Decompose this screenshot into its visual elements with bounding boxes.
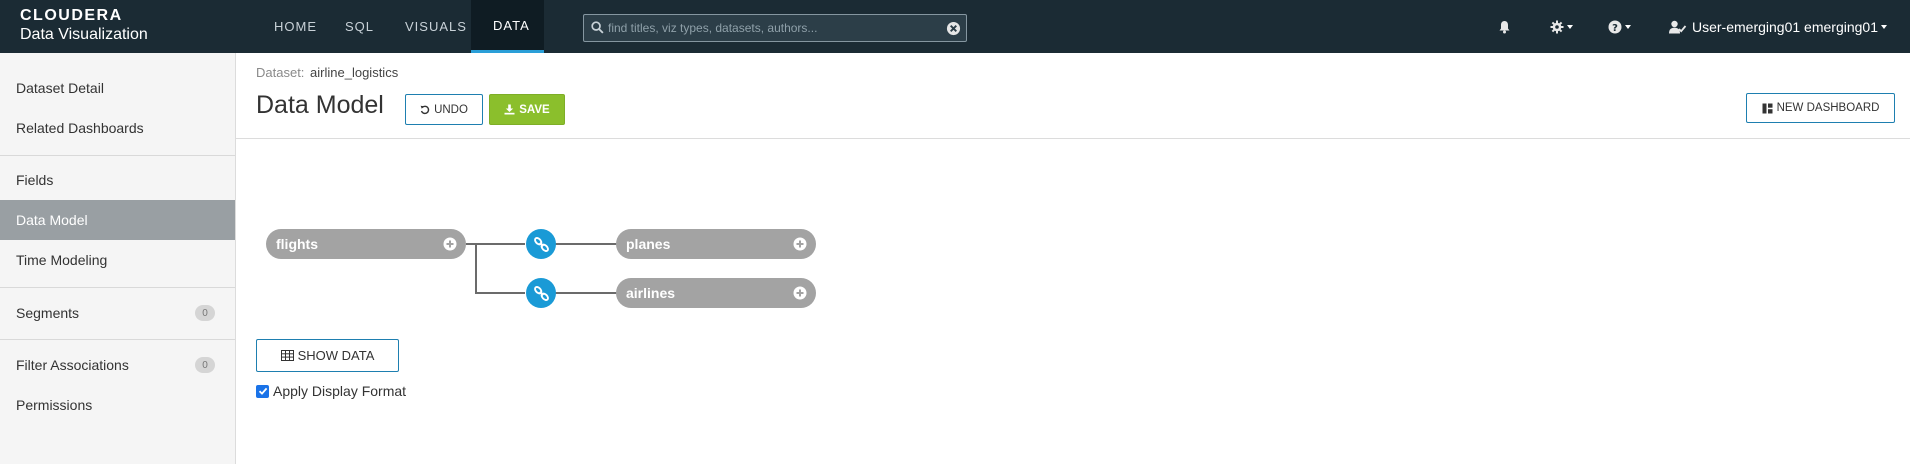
sidebar-item-label: Fields	[16, 172, 54, 188]
new-dashboard-label: NEW DASHBOARD	[1776, 102, 1880, 114]
breadcrumb-dataset-name[interactable]: airline_logistics	[310, 65, 398, 80]
segments-count-badge: 0	[195, 305, 215, 321]
filter-associations-count-badge: 0	[195, 357, 215, 373]
apply-display-format-row: Apply Display Format	[256, 383, 406, 399]
nav-visuals[interactable]: VISUALS	[383, 0, 471, 53]
undo-label: UNDO	[434, 103, 468, 116]
sidebar-item-data-model[interactable]: Data Model	[0, 200, 235, 240]
table-node-airlines[interactable]: airlines	[616, 278, 816, 308]
table-node-planes[interactable]: planes	[616, 229, 816, 259]
search-icon	[591, 21, 604, 34]
dashboard-icon	[1762, 103, 1773, 113]
table-node-label: airlines	[626, 285, 676, 301]
sidebar-item-label: Data Model	[16, 212, 88, 228]
show-data-label: SHOW DATA	[297, 348, 375, 363]
table-node-flights[interactable]: flights	[266, 229, 466, 259]
nav-sql[interactable]: SQL	[323, 0, 383, 53]
apply-display-format-checkbox[interactable]	[256, 384, 269, 398]
link-icon	[533, 285, 549, 301]
link-icon	[533, 236, 549, 252]
table-icon	[280, 350, 294, 361]
notifications-button[interactable]	[1498, 19, 1511, 35]
join-button-airlines[interactable]	[526, 278, 556, 308]
header-divider	[236, 138, 1910, 139]
sidebar-divider	[0, 339, 235, 340]
chevron-down-icon	[1881, 25, 1887, 29]
join-connector-line	[555, 243, 617, 245]
sidebar-item-time-modeling[interactable]: Time Modeling	[0, 240, 235, 280]
undo-icon	[420, 105, 430, 114]
join-connector-line	[475, 292, 525, 294]
join-connector-line	[555, 292, 617, 294]
brand-name: CLOUDERA	[20, 7, 123, 24]
app-logo[interactable]: CLOUDERA Data Visualization	[20, 7, 148, 45]
page-title: Data Model	[256, 91, 384, 119]
table-node-label: flights	[276, 236, 318, 252]
nav-data[interactable]: DATA	[471, 0, 544, 53]
user-menu-button[interactable]: User-emerging01 emerging01	[1669, 19, 1887, 35]
join-button-planes[interactable]	[526, 229, 556, 259]
show-data-button[interactable]: SHOW DATA	[256, 339, 399, 372]
sidebar-divider	[0, 287, 235, 288]
sidebar-item-segments[interactable]: Segments 0	[0, 293, 235, 333]
settings-menu-button[interactable]	[1550, 19, 1573, 35]
sidebar-item-fields[interactable]: Fields	[0, 160, 235, 200]
search-box	[583, 14, 967, 42]
chevron-down-icon	[1567, 25, 1573, 29]
sidebar-item-label: Permissions	[16, 397, 93, 413]
sidebar-item-label: Filter Associations	[16, 357, 129, 373]
breadcrumb-key: Dataset:	[256, 65, 305, 80]
join-connector-line	[475, 243, 477, 294]
add-join-icon[interactable]	[443, 237, 457, 251]
add-join-icon[interactable]	[793, 237, 807, 251]
sidebar-item-label: Related Dashboards	[16, 120, 144, 136]
save-button[interactable]: SAVE	[489, 94, 565, 125]
add-join-icon[interactable]	[793, 286, 807, 300]
sidebar-item-label: Segments	[16, 305, 80, 321]
gear-icon	[1550, 20, 1564, 34]
download-icon	[504, 104, 515, 115]
clear-search-icon[interactable]	[946, 21, 961, 36]
breadcrumb: Dataset: airline_logistics	[256, 65, 398, 80]
help-icon: ?	[1608, 20, 1622, 34]
sidebar-item-label: Dataset Detail	[16, 80, 104, 96]
search-input[interactable]	[608, 18, 938, 38]
table-node-label: planes	[626, 236, 671, 252]
user-name: User-emerging01 emerging01	[1692, 19, 1878, 35]
sidebar-item-dataset-detail[interactable]: Dataset Detail	[0, 68, 235, 108]
nav-home[interactable]: HOME	[252, 0, 323, 53]
top-bar: CLOUDERA Data Visualization HOME SQL VIS…	[0, 0, 1910, 53]
sidebar-item-filter-associations[interactable]: Filter Associations 0	[0, 345, 235, 385]
user-icon	[1669, 20, 1687, 34]
apply-display-format-label[interactable]: Apply Display Format	[273, 383, 406, 399]
undo-button[interactable]: UNDO	[405, 94, 483, 125]
main-nav: HOME SQL VISUALS DATA	[252, 0, 544, 53]
save-label: SAVE	[519, 103, 550, 116]
checkmark-icon	[258, 387, 267, 395]
new-dashboard-button[interactable]: NEW DASHBOARD	[1746, 93, 1895, 123]
chevron-down-icon	[1625, 25, 1631, 29]
sidebar-item-related-dashboards[interactable]: Related Dashboards	[0, 108, 235, 148]
sidebar-divider	[0, 155, 235, 156]
bell-icon	[1499, 21, 1510, 34]
product-name: Data Visualization	[20, 26, 148, 43]
help-menu-button[interactable]: ?	[1608, 19, 1631, 35]
dataset-sidebar: Dataset Detail Related Dashboards Fields…	[0, 53, 236, 464]
svg-text:?: ?	[1612, 23, 1618, 34]
sidebar-item-permissions[interactable]: Permissions	[0, 385, 235, 425]
sidebar-item-label: Time Modeling	[16, 252, 108, 268]
